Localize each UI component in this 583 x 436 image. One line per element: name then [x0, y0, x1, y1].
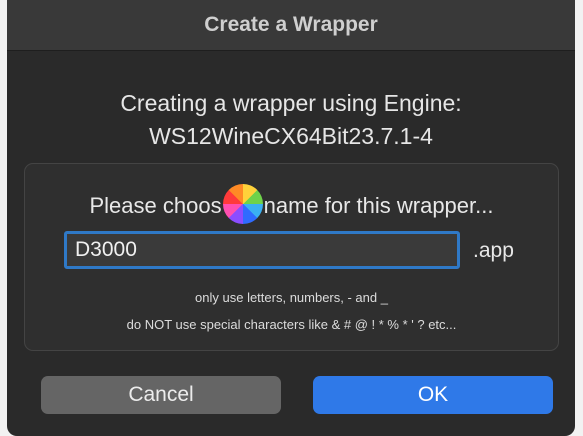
engine-name: WS12WineCX64Bit23.7.1-4 — [149, 123, 433, 149]
engine-heading: Creating a wrapper using Engine: WS12Win… — [7, 87, 575, 153]
wrapper-name-input[interactable] — [64, 231, 460, 269]
ok-button[interactable]: OK — [313, 376, 553, 414]
app-suffix: .app — [473, 239, 514, 262]
heading-line-1: Creating a wrapper using Engine: — [120, 90, 462, 116]
name-prompt: Please choos name for this wrapper... — [25, 184, 558, 224]
prompt-text-start: Please choos — [89, 193, 222, 218]
create-wrapper-dialog: Create a Wrapper Creating a wrapper usin… — [7, 0, 575, 436]
hint-allowed-chars: only use letters, numbers, - and _ — [195, 290, 388, 305]
dialog-title: Create a Wrapper — [204, 13, 378, 36]
wrapper-name-group: Please choos name for this wrapper... .ap… — [24, 163, 559, 351]
title-bar: Create a Wrapper — [7, 0, 575, 51]
hint-forbidden-chars: do NOT use special characters like & # @… — [126, 317, 457, 332]
prompt-text-end: name for this wrapper... — [263, 193, 494, 218]
spinning-wheel-icon — [222, 184, 263, 224]
cancel-button[interactable]: Cancel — [41, 376, 281, 414]
